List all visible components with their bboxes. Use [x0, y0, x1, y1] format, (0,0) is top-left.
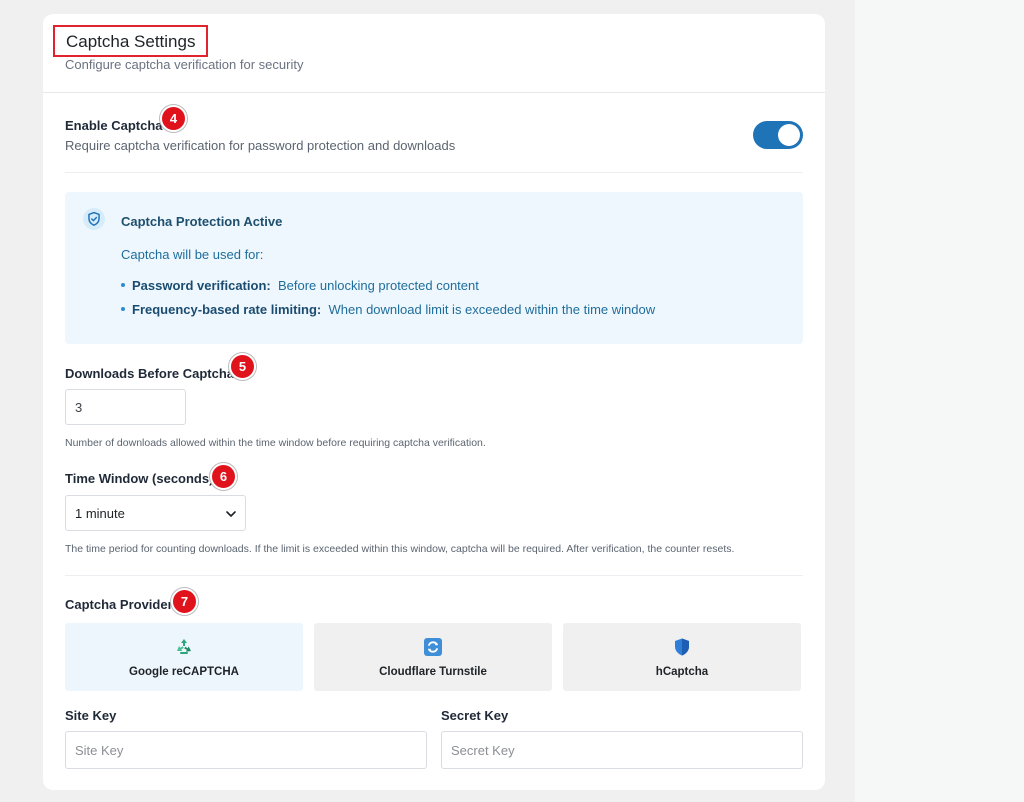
notice-item-text: When download limit is exceeded within t…: [328, 302, 656, 317]
notice-item-term: Password verification:: [132, 278, 271, 293]
hcaptcha-icon: [675, 638, 689, 656]
step-badge-6: 6: [210, 463, 237, 490]
bullet-dot: [121, 306, 125, 311]
step-badge-7: 7: [171, 588, 198, 615]
enable-captcha-description: Require captcha verification for passwor…: [65, 138, 456, 153]
time-window-label: Time Window (seconds): [65, 471, 214, 486]
notice-title: Captcha Protection Active: [121, 214, 283, 229]
page-title: Captcha Settings: [66, 32, 196, 51]
step-badge-5: 5: [229, 353, 256, 380]
provider-option-recaptcha[interactable]: Google reCAPTCHA: [65, 623, 303, 691]
recaptcha-icon: [177, 639, 191, 654]
right-pane: [855, 0, 1024, 802]
title-highlight: Captcha Settings: [53, 25, 209, 57]
notice-item-text: Before unlocking protected content: [277, 278, 479, 293]
enable-captcha-toggle[interactable]: [753, 121, 803, 149]
protection-active-notice: Captcha Protection Active Captcha will b…: [65, 192, 803, 344]
page-subtitle: Configure captcha verification for secur…: [65, 57, 304, 72]
divider: [65, 172, 803, 173]
card-header: Captcha Settings Configure captcha verif…: [43, 14, 825, 93]
time-window-help-text: The time period for counting downloads. …: [65, 543, 735, 555]
provider-name: Google reCAPTCHA: [129, 666, 239, 678]
captcha-settings-card: Captcha Settings Configure captcha verif…: [43, 14, 825, 790]
captcha-provider-label: Captcha Provider: [65, 597, 173, 612]
downloads-help-text: Number of downloads allowed within the t…: [65, 437, 486, 449]
notice-intro: Captcha will be used for:: [121, 247, 264, 262]
notice-item: Password verification: Before unlocking …: [121, 278, 479, 293]
downloads-before-captcha-label: Downloads Before Captcha: [65, 366, 235, 381]
provider-option-hcaptcha[interactable]: hCaptcha: [563, 623, 801, 691]
provider-name: Cloudflare Turnstile: [379, 666, 487, 678]
time-window-select[interactable]: 1 minute: [65, 495, 246, 531]
time-window-selected: 1 minute: [75, 506, 125, 521]
notice-item: Frequency-based rate limiting: When down…: [121, 302, 655, 317]
divider: [65, 575, 803, 576]
secret-key-input[interactable]: [441, 731, 803, 769]
site-key-input[interactable]: [65, 731, 427, 769]
chevron-down-icon: [226, 511, 236, 517]
site-key-label: Site Key: [65, 708, 117, 723]
secret-key-label: Secret Key: [441, 708, 509, 723]
bullet-dot: [121, 282, 125, 287]
shield-check-icon: [83, 208, 105, 230]
provider-name: hCaptcha: [655, 666, 709, 678]
provider-option-turnstile[interactable]: Cloudflare Turnstile: [314, 623, 552, 691]
step-badge-4: 4: [160, 105, 187, 132]
turnstile-icon: [424, 638, 442, 656]
notice-item-term: Frequency-based rate limiting:: [132, 302, 322, 317]
downloads-before-captcha-input[interactable]: [65, 389, 186, 425]
toggle-knob: [778, 124, 800, 146]
enable-captcha-label: Enable Captcha: [65, 118, 163, 133]
